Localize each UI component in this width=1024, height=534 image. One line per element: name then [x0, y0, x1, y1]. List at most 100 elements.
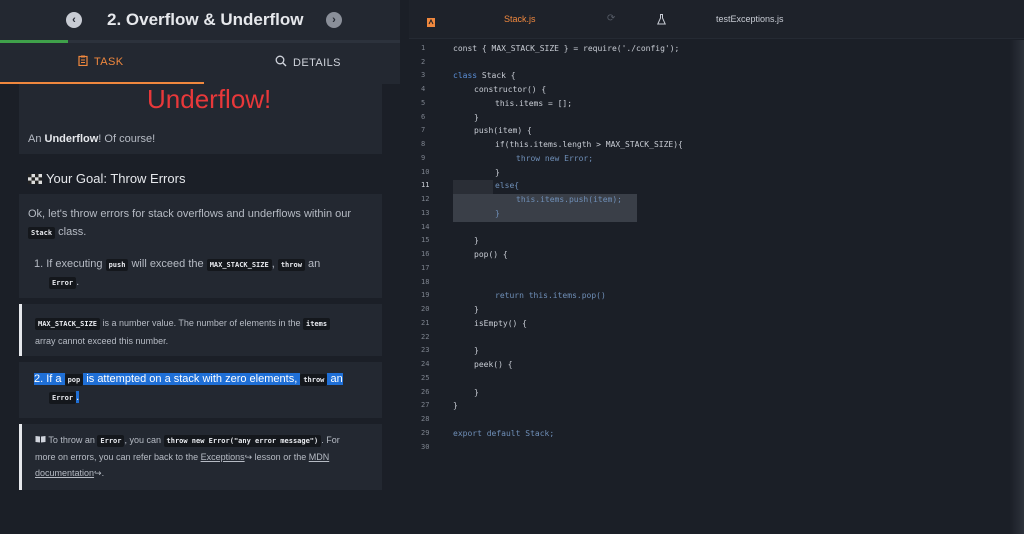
step-2-line-2[interactable]: Error. — [49, 391, 80, 404]
line-number: 7 — [421, 126, 426, 134]
note-2-line-1: To throw an Error, you can throw new Err… — [35, 435, 340, 447]
note-1-line-2: array cannot exceed this number. — [35, 336, 169, 346]
desc-line-1: Ok, let's throw errors for stack overflo… — [28, 208, 352, 220]
code-line: this.items.push(item); — [516, 195, 622, 204]
code-line: } — [453, 401, 458, 410]
line-number: 8 — [421, 140, 426, 148]
mdn-link[interactable]: MDN — [309, 452, 330, 462]
code-line: class Stack { — [453, 71, 516, 80]
next-lesson-button[interactable]: › — [326, 12, 342, 28]
note-bar — [19, 424, 22, 490]
code-line: } — [474, 236, 479, 245]
line-number: 25 — [421, 374, 430, 382]
goal-heading: Your Goal: Throw Errors — [28, 171, 185, 187]
code-line: } — [474, 113, 479, 122]
code-line: constructor() { — [474, 85, 547, 94]
code-line: peek() { — [474, 360, 513, 369]
line-number: 27 — [421, 401, 430, 409]
tab-details[interactable]: DETAILS — [275, 55, 341, 70]
code-line: const { MAX_STACK_SIZE } = require('./co… — [453, 44, 680, 53]
line-number: 19 — [421, 291, 430, 299]
code-line: export default Stack; — [453, 429, 555, 438]
line-number: 4 — [421, 85, 426, 93]
line-number: 11 — [421, 181, 430, 189]
line-number: 26 — [421, 388, 430, 396]
intro-text: An Underflow! Of course! — [28, 133, 156, 145]
code-line: } — [495, 168, 500, 177]
exceptions-link[interactable]: Exceptions — [201, 452, 245, 462]
tab-details-label: DETAILS — [293, 56, 341, 69]
line-number: 10 — [421, 168, 430, 176]
line-number: 15 — [421, 236, 430, 244]
underflow-heading: Underflow! — [147, 84, 272, 114]
current-line-highlight — [453, 180, 493, 194]
line-number: 21 — [421, 319, 430, 327]
code-line: } — [474, 388, 479, 397]
code-line: } — [474, 346, 479, 355]
line-number: 17 — [421, 264, 430, 272]
lesson-header: ‹ 2. Overflow & Underflow › — [0, 0, 400, 40]
desc-line-2: Stack class. — [28, 226, 86, 239]
line-number: 16 — [421, 250, 430, 258]
line-number: 23 — [421, 346, 430, 354]
clipboard-icon — [78, 55, 88, 69]
note-1-line-1: MAX_STACK_SIZE is a number value. The nu… — [35, 318, 331, 330]
note-max-stack-size: MAX_STACK_SIZE is a number value. The nu… — [19, 304, 382, 356]
search-icon — [275, 55, 287, 70]
line-number: 3 — [421, 71, 426, 79]
tab-stack-js[interactable]: Stack.js — [504, 14, 536, 24]
code-line: else{ — [495, 181, 520, 190]
line-number: 29 — [421, 429, 430, 437]
note-bar — [19, 304, 22, 356]
js-file-icon — [427, 14, 435, 32]
step-1-line-2: Error. — [49, 276, 79, 289]
code-line: this.items = []; — [495, 99, 573, 108]
book-icon — [35, 435, 48, 445]
code-line: push(item) { — [474, 126, 532, 135]
flask-icon — [657, 12, 666, 30]
tab-task-label: TASK — [94, 56, 124, 68]
note-2-line-2: more on errors, you can refer back to th… — [35, 452, 330, 462]
code-line: pop() { — [474, 250, 508, 259]
line-number: 9 — [421, 154, 426, 162]
code-line: return this.items.pop() — [495, 291, 606, 300]
code-line: isEmpty() { — [474, 319, 527, 328]
line-number: 13 — [421, 209, 430, 217]
line-number: 1 — [421, 44, 426, 52]
line-number: 12 — [421, 195, 430, 203]
line-number: 24 — [421, 360, 430, 368]
previous-lesson-button[interactable]: ‹ — [66, 12, 82, 28]
goal-text: Your Goal: Throw Errors — [46, 171, 186, 186]
line-number: 2 — [421, 58, 426, 66]
step-1-line-1: 1. If executing push will exceed the MAX… — [34, 258, 321, 271]
intro-card: Underflow! An Underflow! Of course! — [19, 84, 382, 154]
lesson-panel: ‹ 2. Overflow & Underflow › TASK DETAILS… — [0, 0, 400, 534]
note-2-line-3: documentation↪. — [35, 468, 105, 478]
lesson-title: 2. Overflow & Underflow — [107, 10, 304, 29]
scroll-edge — [1010, 40, 1024, 534]
line-number: 5 — [421, 99, 426, 107]
documentation-link[interactable]: documentation — [35, 468, 94, 478]
checkered-flag-icon — [28, 172, 42, 187]
lesson-tabs: TASK DETAILS — [0, 43, 400, 83]
line-number: 6 — [421, 113, 426, 121]
line-number: 28 — [421, 415, 430, 423]
line-number: 18 — [421, 278, 430, 286]
tab-task[interactable]: TASK — [78, 55, 124, 69]
code-line: throw new Error; — [516, 154, 594, 163]
instructions-card: Ok, let's throw errors for stack overflo… — [19, 194, 382, 298]
lesson-content: Underflow! An Underflow! Of course! Your… — [0, 84, 400, 534]
refresh-icon[interactable]: ⟳ — [607, 13, 615, 24]
step-2-line-1[interactable]: 2. If a pop is attempted on a stack with… — [34, 373, 343, 386]
editor-tabs: Stack.js ⟳ testExceptions.js — [409, 0, 1024, 39]
line-number: 14 — [421, 223, 430, 231]
line-number: 20 — [421, 305, 430, 313]
code-editor[interactable]: Stack.js ⟳ testExceptions.js 1 2 3 4 5 6… — [409, 0, 1024, 534]
tab-test-exceptions-js[interactable]: testExceptions.js — [716, 14, 784, 24]
line-number: 30 — [421, 443, 430, 451]
code-line: if(this.items.length > MAX_STACK_SIZE){ — [495, 140, 683, 149]
code-line: } — [495, 209, 500, 218]
line-number: 22 — [421, 333, 430, 341]
code-line: } — [474, 305, 479, 314]
step-2-card: 2. If a pop is attempted on a stack with… — [19, 362, 382, 418]
